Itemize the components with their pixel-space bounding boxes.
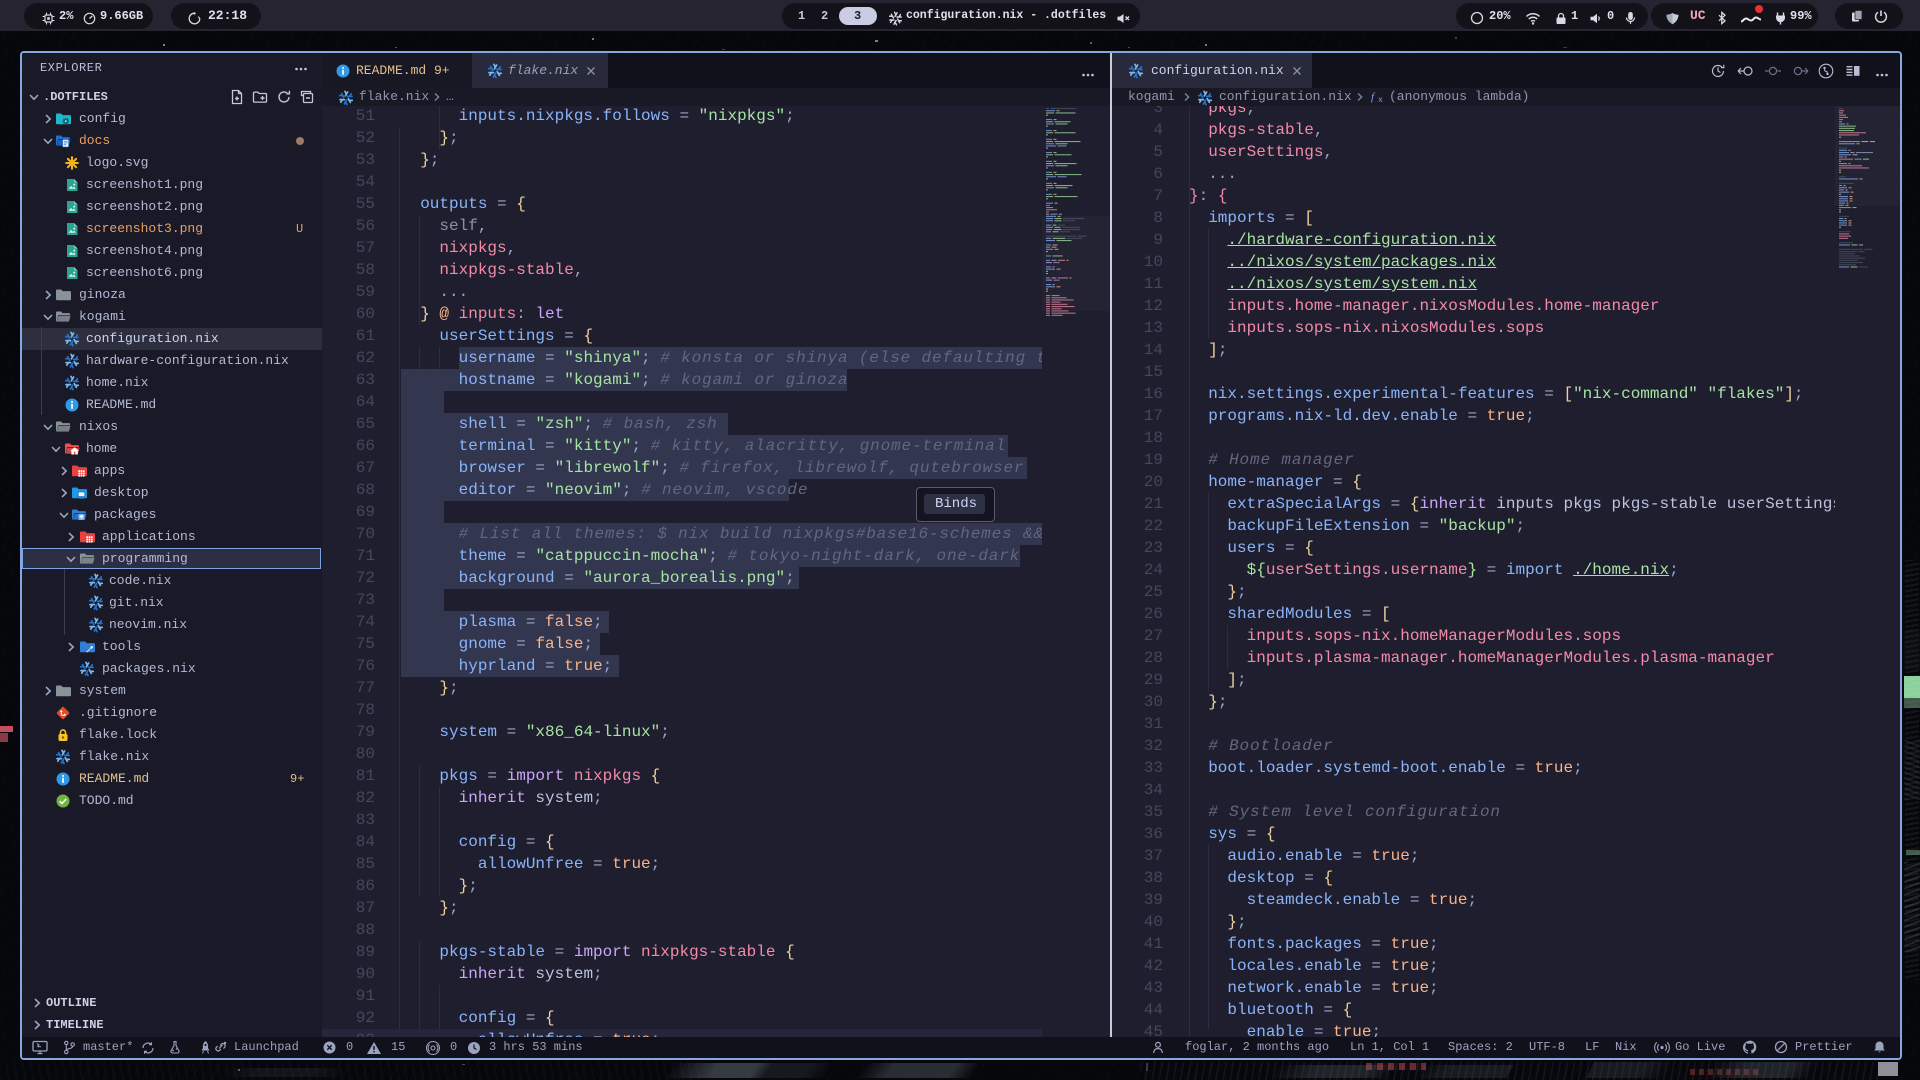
svg-text:f: f — [1371, 91, 1376, 103]
svg-text:x: x — [1378, 96, 1383, 103]
